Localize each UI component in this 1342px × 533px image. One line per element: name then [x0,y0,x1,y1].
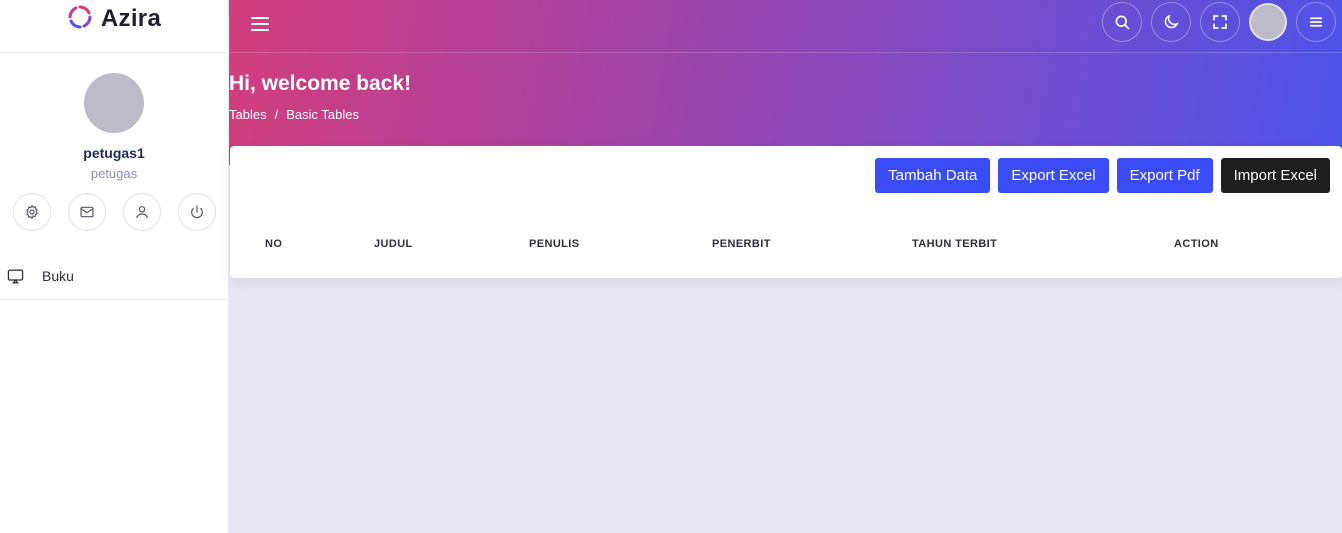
export-excel-button[interactable]: Export Excel [998,158,1109,193]
export-pdf-button[interactable]: Export Pdf [1116,158,1213,193]
column-header-action: ACTION [1174,238,1219,250]
tambah-data-button[interactable]: Tambah Data [875,158,991,193]
fullscreen-icon [1213,15,1227,29]
gear-icon [25,204,38,220]
topbar-actions [1102,2,1336,42]
dark-mode-toggle[interactable] [1151,2,1191,42]
menu-icon [1309,17,1323,27]
column-header-tahun-terbit: TAHUN TERBIT [912,238,998,250]
column-header-penerbit: PENERBIT [712,238,771,250]
brand-name: Azira [100,5,162,32]
avatar[interactable] [84,73,144,133]
user-icon [135,206,148,219]
mail-button[interactable] [67,193,106,231]
search-icon [1115,15,1130,30]
profile-button[interactable] [122,193,161,231]
page-header: Hi, welcome back! Tables / Basic Tables [229,0,1342,165]
sidebar-menu: Buku [0,253,228,300]
sidebar-item-buku[interactable]: Buku [0,253,228,299]
column-header-penulis: PENULIS [529,238,580,250]
brand[interactable]: Azira [0,0,228,53]
import-excel-button[interactable]: Import Excel [1220,158,1330,193]
breadcrumb-tables[interactable]: Tables [229,107,267,122]
profile-quick-actions [12,193,216,231]
right-menu-button[interactable] [1296,2,1336,42]
column-header-no: NO [265,238,283,250]
moon-icon [1164,14,1179,29]
topbar [229,0,1342,53]
user-profile: petugas1 petugas [0,53,228,231]
logout-button[interactable] [177,193,216,231]
search-button[interactable] [1102,2,1142,42]
mail-icon [79,206,94,218]
fullscreen-button[interactable] [1200,2,1240,42]
monitor-icon [7,268,24,285]
sidebar: Azira petugas1 petugas Buku [0,0,229,533]
table-card: Tambah Data Export Excel Export Pdf Impo… [230,146,1342,278]
sidebar-item-label: Buku [42,268,74,284]
settings-button[interactable] [12,193,51,231]
logo-icon [67,4,93,35]
breadcrumb-separator: / [274,107,279,122]
table-header: NO JUDUL PENULIS PENERBIT TAHUN TERBIT A… [230,238,1342,258]
table-actions: Tambah Data Export Excel Export Pdf Impo… [875,158,1330,193]
breadcrumb: Tables / Basic Tables [229,107,359,122]
page-title: Hi, welcome back! [229,72,412,95]
user-role: petugas [90,166,138,181]
column-header-judul: JUDUL [374,238,413,250]
breadcrumb-basic-tables: Basic Tables [286,107,359,122]
menu-toggle-icon[interactable] [251,13,273,35]
power-icon [190,205,203,219]
header-avatar[interactable] [1249,3,1287,41]
user-name: petugas1 [83,145,145,161]
